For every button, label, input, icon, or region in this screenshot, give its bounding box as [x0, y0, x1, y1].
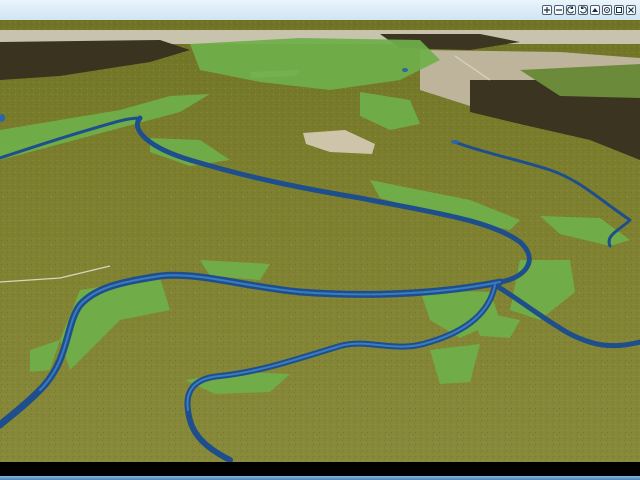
app-window [0, 0, 640, 480]
minimize-icon[interactable] [614, 5, 624, 15]
zoom-in-icon[interactable] [542, 5, 552, 15]
tilt-icon[interactable] [590, 5, 600, 15]
status-bar [0, 462, 640, 480]
zoom-out-icon[interactable] [554, 5, 564, 15]
terrain-scene[interactable] [0, 20, 640, 462]
reset-view-icon[interactable] [602, 5, 612, 15]
close-icon[interactable] [626, 5, 636, 15]
view-controls [542, 5, 636, 15]
terrain-viewport[interactable] [0, 20, 640, 462]
rotate-left-icon[interactable] [566, 5, 576, 15]
taskbar-edge [0, 476, 640, 480]
rotate-right-icon[interactable] [578, 5, 588, 15]
